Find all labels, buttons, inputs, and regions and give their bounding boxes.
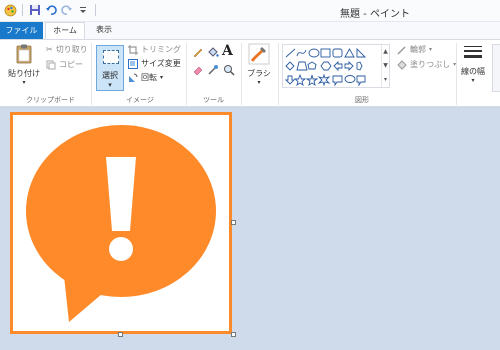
expand-gallery-icon[interactable]: ▾ bbox=[382, 73, 389, 87]
chevron-down-icon: ▾ bbox=[108, 81, 112, 89]
brushes-label: ブラシ bbox=[247, 69, 271, 78]
fill-icon bbox=[397, 59, 407, 70]
drawing-canvas[interactable] bbox=[10, 112, 232, 334]
brush-icon bbox=[248, 43, 270, 65]
copy-button[interactable]: コピー bbox=[46, 59, 83, 70]
select-label: 選択 bbox=[102, 71, 118, 80]
chevron-down-icon: ▾ bbox=[257, 79, 261, 86]
rotate-icon bbox=[129, 73, 138, 82]
outline-icon bbox=[397, 45, 406, 55]
rotate-label: 回転 bbox=[141, 73, 157, 82]
paste-label: 貼り付け bbox=[8, 69, 40, 78]
crop-button[interactable]: トリミング bbox=[128, 44, 181, 55]
shapes-group-label: 図形 bbox=[355, 96, 369, 104]
quick-access-toolbar bbox=[3, 3, 99, 17]
select-button[interactable]: 選択 ▾ bbox=[96, 45, 124, 91]
group-divider bbox=[186, 43, 187, 105]
clipboard-icon bbox=[16, 44, 32, 64]
tab-file[interactable]: ファイル bbox=[0, 22, 43, 39]
tab-view[interactable]: 表示 bbox=[88, 22, 120, 39]
text-tool-icon[interactable]: A bbox=[222, 43, 233, 59]
shape-fill-button[interactable]: 塗りつぶし ▾ bbox=[397, 59, 456, 70]
color1-button[interactable] bbox=[492, 44, 500, 92]
chevron-down-icon: ▾ bbox=[429, 46, 433, 53]
fill-bucket-icon[interactable] bbox=[207, 46, 219, 58]
size-label: 線の幅 bbox=[461, 67, 485, 76]
tools-group-label: ツール bbox=[203, 96, 224, 104]
resize-handle-corner[interactable] bbox=[231, 332, 236, 337]
pencil-icon[interactable] bbox=[192, 46, 204, 58]
ribbon: 貼り付け ▾ ✂ 切り取り コピー クリップボード 選択 ▾ トリミング サイズ… bbox=[0, 39, 500, 107]
window-title: 無題 - ペイント bbox=[340, 9, 410, 20]
copy-icon bbox=[46, 60, 56, 69]
scroll-down-icon[interactable]: ▼ bbox=[382, 59, 389, 73]
eraser-icon[interactable] bbox=[192, 64, 204, 76]
resize-handle-bottom[interactable] bbox=[118, 332, 123, 337]
redo-icon[interactable] bbox=[60, 3, 74, 17]
scissors-icon: ✂ bbox=[46, 45, 53, 54]
ribbon-tab-bar: ファイル ホーム 表示 bbox=[0, 22, 500, 40]
warning-speech-bubble-icon bbox=[26, 125, 216, 322]
crop-icon bbox=[128, 44, 138, 55]
scroll-up-icon[interactable]: ▲ bbox=[382, 45, 389, 59]
qat-separator bbox=[95, 4, 96, 16]
magnifier-icon[interactable] bbox=[223, 64, 235, 76]
paste-button[interactable]: 貼り付け ▾ bbox=[6, 43, 42, 91]
group-divider bbox=[241, 43, 242, 105]
cut-button[interactable]: ✂ 切り取り bbox=[46, 44, 88, 55]
resize-button[interactable]: サイズ変更 bbox=[128, 58, 181, 69]
save-icon[interactable] bbox=[28, 3, 42, 17]
resize-label: サイズ変更 bbox=[141, 59, 181, 68]
line-width-icon bbox=[464, 46, 482, 58]
group-divider bbox=[278, 43, 279, 105]
image-group-label: イメージ bbox=[126, 96, 154, 104]
crop-label: トリミング bbox=[141, 45, 181, 54]
size-button[interactable]: 線の幅 ▾ bbox=[459, 43, 487, 91]
shapes-gallery[interactable] bbox=[282, 44, 390, 88]
paint-app-icon[interactable] bbox=[3, 3, 17, 17]
shape-outline-button[interactable]: 輪郭 ▾ bbox=[397, 44, 432, 55]
chevron-down-icon: ▾ bbox=[22, 79, 26, 86]
shape-outline-label: 輪郭 bbox=[410, 45, 426, 54]
group-divider bbox=[456, 43, 457, 105]
shapes-icons bbox=[284, 47, 367, 87]
chevron-down-icon: ▾ bbox=[471, 77, 475, 84]
resize-handle-right[interactable] bbox=[231, 220, 236, 225]
cut-label: 切り取り bbox=[55, 45, 88, 54]
brushes-button[interactable]: ブラシ ▾ bbox=[244, 43, 274, 91]
color-picker-icon[interactable] bbox=[207, 64, 219, 76]
shape-fill-label: 塗りつぶし bbox=[410, 60, 451, 69]
copy-label: コピー bbox=[59, 60, 83, 69]
rotate-button[interactable]: 回転 ▾ bbox=[128, 72, 163, 83]
title-bar: 無題 - ペイント bbox=[0, 0, 500, 22]
clipboard-group-label: クリップボード bbox=[26, 96, 75, 104]
chevron-down-icon: ▾ bbox=[160, 74, 164, 81]
customize-qat-icon[interactable] bbox=[76, 3, 90, 17]
group-divider bbox=[91, 43, 92, 105]
shapes-scrollbar[interactable]: ▲ ▼ ▾ bbox=[381, 45, 389, 87]
tab-home[interactable]: ホーム bbox=[45, 22, 85, 40]
resize-icon bbox=[128, 58, 138, 69]
selection-rect-icon bbox=[103, 50, 119, 64]
qat-separator bbox=[22, 4, 23, 16]
undo-icon[interactable] bbox=[44, 3, 58, 17]
